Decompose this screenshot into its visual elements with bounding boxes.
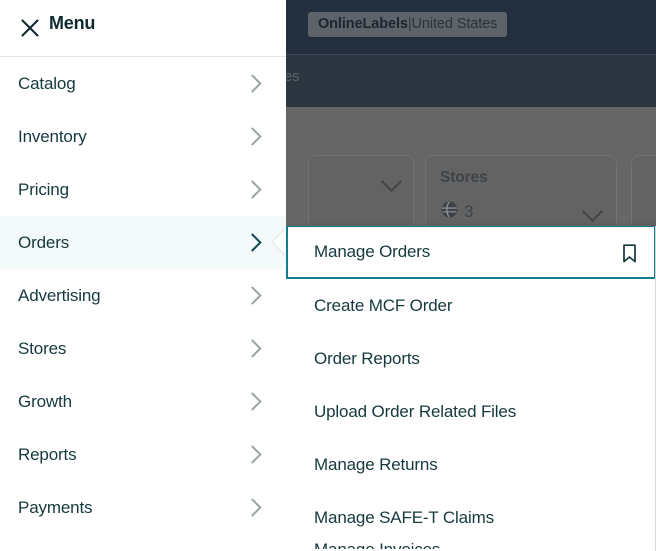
sidebar-item-inventory[interactable]: Inventory [0, 110, 286, 163]
stores-card-value-row: 3 [440, 200, 473, 224]
globe-icon [440, 200, 459, 224]
stores-count: 3 [464, 202, 473, 222]
seller-marketplace-name: United States [412, 16, 498, 32]
sidebar-title: Menu [49, 13, 95, 34]
submenu-item-label: Manage Orders [314, 242, 430, 262]
chevron-down-icon[interactable] [384, 174, 399, 189]
submenu-item-label: Upload Order Related Files [314, 402, 516, 422]
submenu-item-manage-safe-t-claims[interactable]: Manage SAFE-T Claims [286, 491, 656, 544]
stores-card-chevron-down-icon[interactable] [585, 204, 600, 219]
submenu-item-upload-order-related-files[interactable]: Upload Order Related Files [286, 385, 656, 438]
orders-submenu-flyout: Manage Orders Create MCF Order Order Rep… [286, 226, 656, 551]
sidebar-item-pricing[interactable]: Pricing [0, 163, 286, 216]
close-x-icon[interactable] [16, 14, 44, 42]
submenu-item-label: Manage SAFE-T Claims [314, 508, 494, 528]
chevron-right-icon [246, 130, 259, 143]
sidebar-item-growth[interactable]: Growth [0, 375, 286, 428]
submenu-item-manage-returns[interactable]: Manage Returns [286, 438, 656, 491]
sidebar-item-label: Pricing [18, 180, 69, 200]
sidebar-item-catalog[interactable]: Catalog [0, 57, 286, 110]
sidebar-item-label: Reports [18, 445, 76, 465]
sidebar-item-advertising[interactable]: Advertising [0, 269, 286, 322]
submenu-item-manage-orders[interactable]: Manage Orders [286, 226, 656, 279]
chevron-right-icon [246, 183, 259, 196]
chevron-right-icon [246, 289, 259, 302]
sidebar-item-label: Advertising [18, 286, 100, 306]
submenu-item-create-mcf-order[interactable]: Create MCF Order [286, 279, 656, 332]
seller-marketplace-switcher[interactable]: OnlineLabels|United States [308, 12, 507, 37]
main-menu-sidebar: Menu Catalog Inventory Pricing Orders Ad… [0, 0, 286, 551]
chevron-right-icon [246, 236, 259, 249]
sidebar-item-stores[interactable]: Stores [0, 322, 286, 375]
sidebar-item-payments[interactable]: Payments [0, 481, 286, 534]
stores-card-title: Stores [440, 169, 488, 187]
chevron-right-icon [246, 77, 259, 90]
bookmark-icon[interactable] [622, 244, 637, 268]
chevron-right-icon [246, 448, 259, 461]
sidebar-item-label: Inventory [18, 127, 87, 147]
sidebar-item-label: Growth [18, 392, 72, 412]
sidebar-item-label: Payments [18, 498, 92, 518]
submenu-pointer-notch [273, 228, 286, 256]
chevron-right-icon [246, 501, 259, 514]
sidebar-header: Menu [0, 0, 286, 57]
submenu-item-label: Order Reports [314, 349, 420, 369]
sidebar-item-reports[interactable]: Reports [0, 428, 286, 481]
submenu-item-label: Manage Returns [314, 455, 438, 475]
submenu-item-order-reports[interactable]: Order Reports [286, 332, 656, 385]
sidebar-nav-list: Catalog Inventory Pricing Orders Adverti… [0, 57, 286, 551]
submenu-item-clipped[interactable]: Manage Invoices [314, 541, 440, 549]
seller-account-name: OnlineLabels [318, 16, 408, 32]
sidebar-item-label: Orders [18, 233, 69, 253]
submenu-item-label: Create MCF Order [314, 296, 452, 316]
sidebar-item-label: Stores [18, 339, 66, 359]
sidebar-item-label: Catalog [18, 74, 76, 94]
chevron-right-icon [246, 342, 259, 355]
sidebar-item-orders[interactable]: Orders [0, 216, 286, 269]
chevron-right-icon [246, 395, 259, 408]
